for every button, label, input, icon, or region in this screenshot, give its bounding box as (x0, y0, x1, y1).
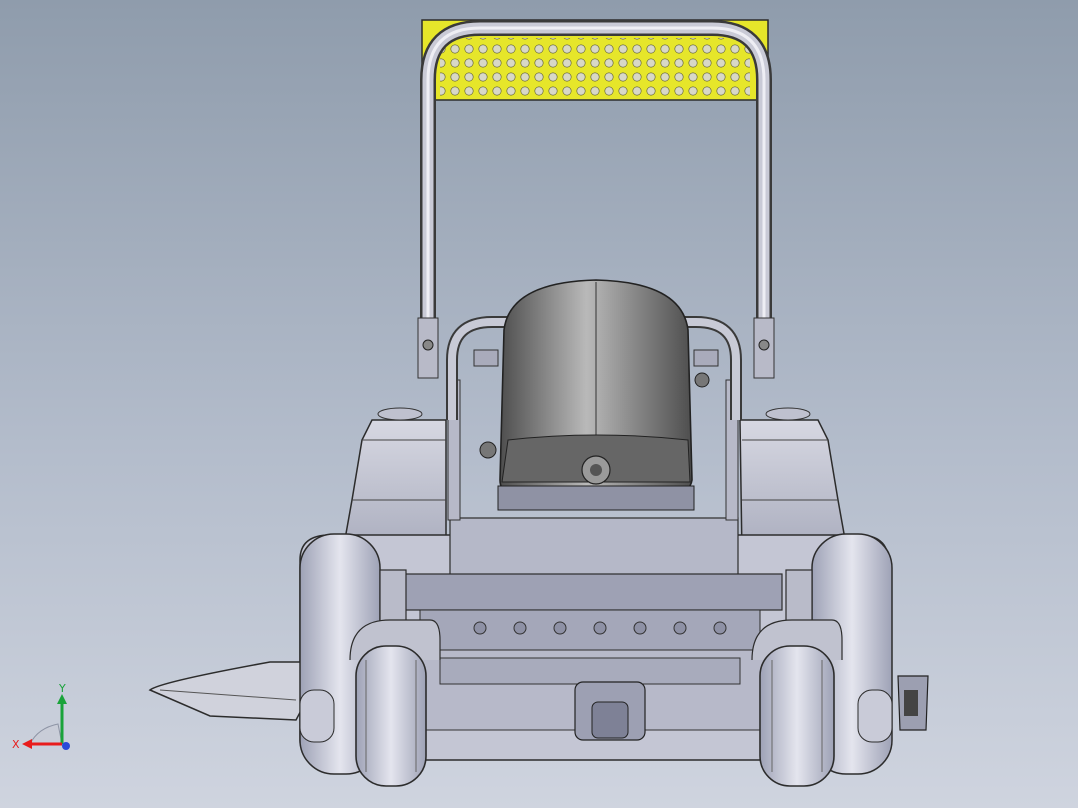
x-axis-label: X (12, 738, 20, 751)
y-axis-label: Y (58, 684, 66, 695)
right-fuel-tank[interactable] (739, 407, 849, 557)
graphics-viewport[interactable]: Y X (0, 0, 1078, 808)
z-axis-icon (62, 742, 70, 750)
left-fuel-tank[interactable] (341, 407, 447, 557)
mower-model[interactable] (0, 0, 1078, 808)
hitch-bracket (897, 675, 929, 731)
coordinate-triad: Y X (12, 684, 70, 751)
operator-seat[interactable] (497, 279, 695, 511)
discharge-chute[interactable] (148, 661, 313, 721)
